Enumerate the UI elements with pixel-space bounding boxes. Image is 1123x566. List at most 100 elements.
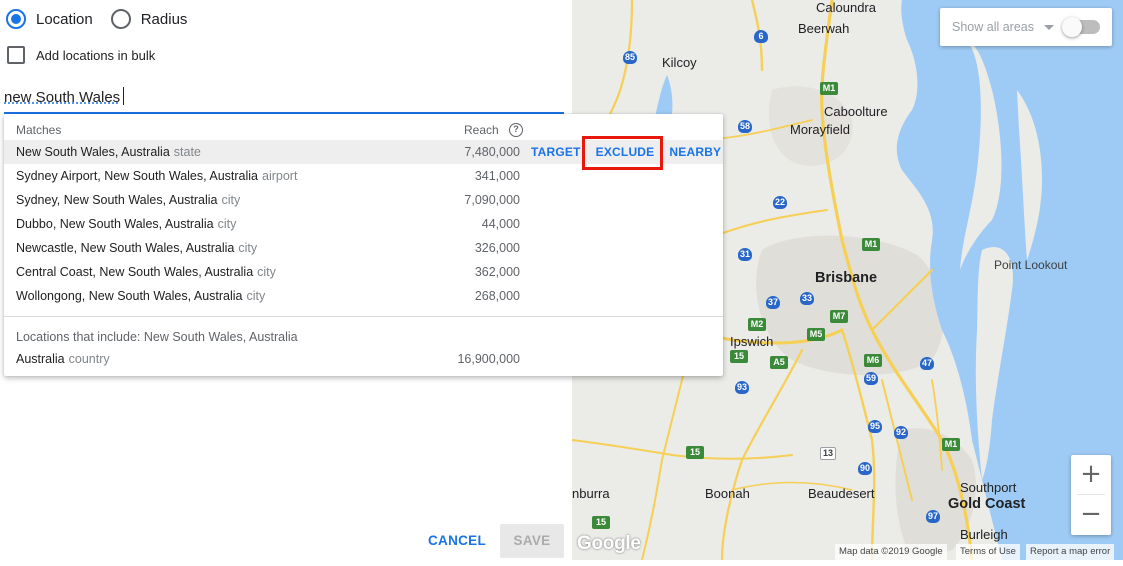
match-name: Central Coast, New South Wales, Australi… bbox=[16, 265, 276, 279]
include-row[interactable]: Australia country 16,900,000 bbox=[4, 347, 723, 371]
match-name: Sydney Airport, New South Wales, Austral… bbox=[16, 169, 298, 183]
save-button: SAVE bbox=[500, 524, 564, 558]
zoom-out-button[interactable]: − bbox=[1071, 495, 1111, 535]
place-label-beerwah: Beerwah bbox=[798, 21, 850, 36]
place-label-nburra: nburra bbox=[572, 486, 610, 501]
toggle-knob[interactable] bbox=[1062, 17, 1082, 37]
dropdown-arrow-icon[interactable] bbox=[1044, 25, 1054, 30]
place-label-kilcoy: Kilcoy bbox=[662, 55, 697, 70]
match-row[interactable]: Dubbo, New South Wales, Australia city 44… bbox=[4, 212, 723, 236]
place-label-caloundra: Caloundra bbox=[816, 0, 876, 15]
road-shield-33: 33 bbox=[800, 292, 815, 305]
match-type: city bbox=[238, 241, 258, 255]
checkbox-unchecked-icon[interactable] bbox=[7, 46, 25, 64]
match-name: Wollongong, New South Wales, Australia ci… bbox=[16, 289, 266, 303]
reach-column-header: Reach bbox=[464, 123, 499, 137]
match-name: Sydney, New South Wales, Australia city bbox=[16, 193, 241, 207]
match-actions: TARGET EXCLUDE NEARBY bbox=[531, 140, 721, 164]
road-shield-6: 6 bbox=[754, 30, 768, 43]
radio-radius[interactable]: Radius bbox=[110, 9, 188, 29]
place-label-ipswich: Ipswich bbox=[730, 334, 774, 349]
zoom-in-button[interactable]: + bbox=[1071, 455, 1111, 495]
road-shield-13: 13 bbox=[820, 447, 837, 460]
radio-location-checked-icon[interactable] bbox=[6, 9, 26, 29]
road-shield-59: 59 bbox=[864, 372, 879, 385]
match-row[interactable]: New South Wales, Australia state 7,480,00… bbox=[4, 140, 723, 164]
location-suggestions-dropdown: Matches Reach ? New South Wales, Austral… bbox=[4, 114, 723, 376]
road-shield-58: 58 bbox=[738, 120, 753, 133]
match-type: state bbox=[173, 145, 201, 159]
place-label-beaudesert: Beaudesert bbox=[808, 486, 875, 501]
road-shield-93: 93 bbox=[735, 381, 750, 394]
terms-of-use-link[interactable]: Terms of Use bbox=[956, 544, 1020, 560]
road-shield-15: 15 bbox=[730, 350, 748, 363]
place-label-morayfield: Morayfield bbox=[790, 122, 850, 137]
match-row[interactable]: Central Coast, New South Wales, Australi… bbox=[4, 260, 723, 284]
show-areas-toggle[interactable] bbox=[1062, 17, 1100, 37]
road-shield-47: 47 bbox=[920, 357, 935, 370]
match-type: airport bbox=[262, 169, 298, 183]
match-type: city bbox=[246, 289, 266, 303]
road-shield-92: 92 bbox=[894, 426, 909, 439]
road-shield-m2: M2 bbox=[748, 318, 766, 331]
google-logo: Google bbox=[577, 533, 641, 554]
road-shield-m1: M1 bbox=[942, 438, 960, 451]
road-shield-97: 97 bbox=[926, 510, 941, 523]
add-locations-in-bulk-checkbox[interactable]: Add locations in bulk bbox=[7, 46, 155, 64]
radio-location[interactable]: Location bbox=[6, 9, 93, 29]
location-search-input[interactable] bbox=[4, 85, 544, 109]
place-label-brisbane: Brisbane bbox=[815, 270, 878, 286]
include-name: Australia country bbox=[16, 352, 110, 366]
radio-radius-label: Radius bbox=[140, 10, 188, 28]
road-shield-22: 22 bbox=[773, 196, 788, 209]
area-filter-control: Show all areas bbox=[940, 8, 1112, 46]
radio-radius-unchecked-icon[interactable] bbox=[110, 9, 131, 29]
match-reach: 268,000 bbox=[474, 289, 520, 303]
target-button[interactable]: TARGET bbox=[531, 145, 581, 159]
includes-heading: Locations that include: New South Wales,… bbox=[16, 330, 298, 344]
match-row[interactable]: Newcastle, New South Wales, Australia cit… bbox=[4, 236, 723, 260]
road-shield-95: 95 bbox=[868, 420, 883, 433]
road-shield-m7: M7 bbox=[830, 310, 848, 323]
place-label-southport: Southport bbox=[960, 480, 1017, 495]
suggestions-header: Matches Reach ? bbox=[4, 114, 723, 142]
bulk-checkbox-label: Add locations in bulk bbox=[36, 47, 156, 63]
road-shield-m6: M6 bbox=[864, 354, 882, 367]
radio-location-label: Location bbox=[36, 10, 93, 28]
include-type: country bbox=[68, 352, 110, 366]
map-zoom-control: + − bbox=[1071, 455, 1111, 535]
road-shield-m1: M1 bbox=[862, 238, 880, 251]
place-label-caboolture: Caboolture bbox=[824, 104, 888, 119]
match-reach: 326,000 bbox=[474, 241, 520, 255]
road-shield-85: 85 bbox=[623, 51, 638, 64]
cancel-button[interactable]: CANCEL bbox=[420, 524, 494, 558]
location-search-field bbox=[4, 82, 564, 114]
nearby-button[interactable]: NEARBY bbox=[669, 145, 721, 159]
match-row[interactable]: Sydney, New South Wales, Australia city 7… bbox=[4, 188, 723, 212]
match-name: Newcastle, New South Wales, Australia cit… bbox=[16, 241, 258, 255]
match-reach: 341,000 bbox=[474, 169, 520, 183]
match-row[interactable]: Wollongong, New South Wales, Australia ci… bbox=[4, 284, 723, 308]
match-reach: 44,000 bbox=[481, 217, 520, 231]
road-shield-a5: A5 bbox=[770, 356, 788, 369]
match-type: city bbox=[257, 265, 276, 279]
match-reach: 7,480,000 bbox=[464, 145, 520, 159]
place-label-point-lookout: Point Lookout bbox=[994, 258, 1068, 272]
show-all-areas-select[interactable]: Show all areas bbox=[952, 20, 1034, 34]
matches-column-header: Matches bbox=[16, 123, 62, 137]
match-reach: 7,090,000 bbox=[464, 193, 520, 207]
match-reach: 362,000 bbox=[474, 265, 520, 279]
exclude-button[interactable]: EXCLUDE bbox=[596, 145, 655, 159]
include-reach: 16,900,000 bbox=[457, 352, 520, 366]
targeting-mode-radio-group: Location Radius bbox=[6, 8, 205, 30]
report-map-error-link[interactable]: Report a map error bbox=[1026, 544, 1115, 560]
map-data-attribution: Map data ©2019 Google bbox=[835, 544, 947, 560]
text-caret bbox=[123, 87, 124, 105]
road-shield-37: 37 bbox=[766, 296, 781, 309]
help-icon[interactable]: ? bbox=[509, 123, 523, 137]
road-shield-90: 90 bbox=[858, 462, 873, 475]
road-shield-m1: M1 bbox=[820, 82, 838, 95]
road-shield-m5: M5 bbox=[807, 328, 825, 341]
match-row[interactable]: Sydney Airport, New South Wales, Austral… bbox=[4, 164, 723, 188]
place-label-boonah: Boonah bbox=[705, 486, 750, 501]
